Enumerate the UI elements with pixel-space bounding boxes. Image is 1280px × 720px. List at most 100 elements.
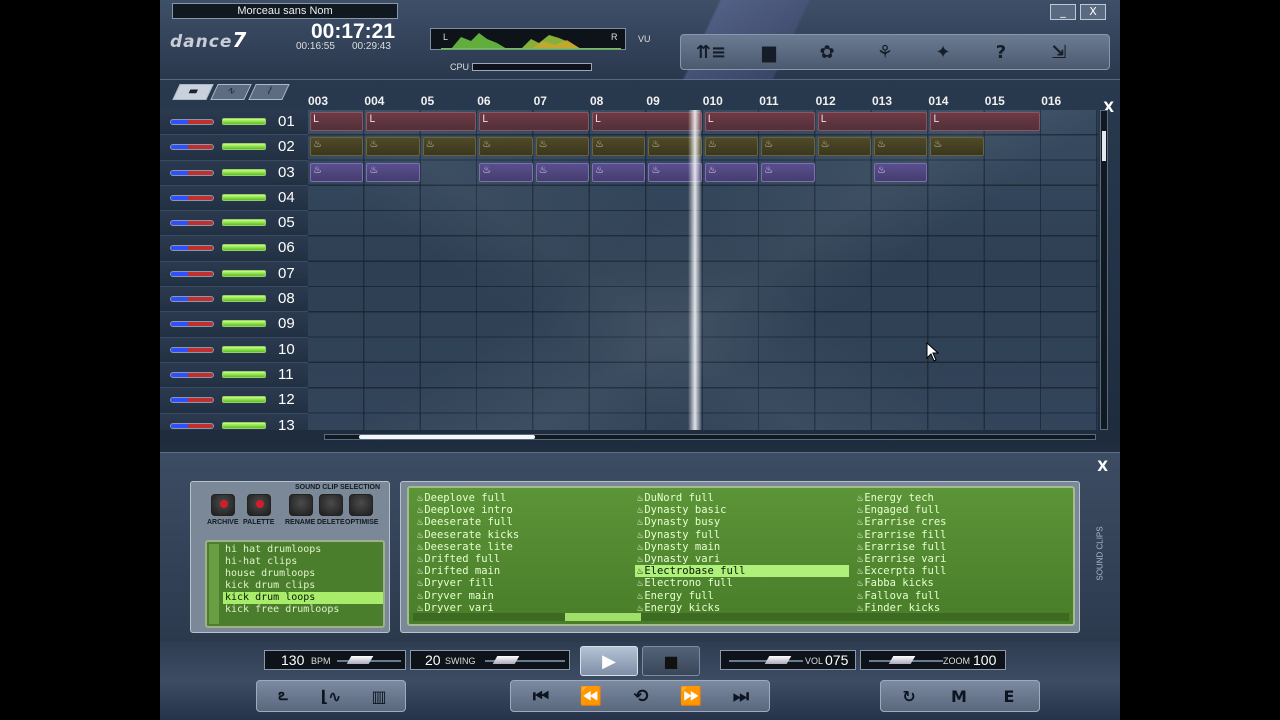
sequencer-horizontal-scrollbar[interactable] xyxy=(324,434,1096,440)
archive-button[interactable] xyxy=(211,494,235,516)
tab-envelope-view[interactable]: ⌇ xyxy=(248,84,290,100)
track-pan-slider[interactable] xyxy=(170,194,214,201)
track-volume-slider[interactable] xyxy=(222,143,266,151)
pattern-clip[interactable]: ᒪ xyxy=(704,112,815,131)
track-header[interactable]: 13 xyxy=(160,413,308,430)
skip-forward-button[interactable]: ⏭ xyxy=(719,683,763,709)
pattern-clip[interactable]: ♨ xyxy=(817,137,871,157)
playhead-cursor[interactable] xyxy=(688,110,702,430)
sound-clip-item[interactable]: ♨Dynasty full xyxy=(635,529,849,541)
bpm-slider[interactable]: 130 BPM xyxy=(264,650,406,670)
clips-horizontal-scrollbar[interactable] xyxy=(413,613,1069,621)
pattern-clip[interactable]: ♨ xyxy=(535,162,589,182)
bar-number[interactable]: 09 xyxy=(646,94,686,108)
tab-curve-view[interactable]: ∿ xyxy=(210,84,252,100)
track-pan-slider[interactable] xyxy=(170,321,214,328)
track-pan-slider[interactable] xyxy=(170,119,214,125)
track-volume-slider[interactable] xyxy=(222,370,266,378)
pattern-clip[interactable]: ♨ xyxy=(761,162,815,182)
bar-number[interactable]: 06 xyxy=(477,94,517,108)
bar-number[interactable]: 013 xyxy=(872,94,912,108)
sound-clip-item[interactable]: ♨Dynasty basic xyxy=(635,504,849,516)
track-volume-slider[interactable] xyxy=(222,118,266,125)
pattern-clip[interactable]: ♨ xyxy=(930,137,984,157)
sound-clip-item[interactable]: ♨Dynasty busy xyxy=(635,516,849,528)
wave-icon[interactable]: ఽ xyxy=(261,683,305,709)
pattern-clip[interactable]: ♨ xyxy=(366,137,420,157)
play-button[interactable]: ▶ xyxy=(580,646,638,676)
track-volume-slider[interactable] xyxy=(222,193,266,201)
category-item[interactable]: hi-hat clips xyxy=(223,556,383,568)
rewind-button[interactable]: ⏪ xyxy=(569,683,613,709)
sound-clip-item[interactable]: ♨Deeplove full xyxy=(415,492,629,504)
track-pan-slider[interactable] xyxy=(170,270,214,277)
pattern-clip[interactable]: ♨ xyxy=(704,162,759,182)
bar-number[interactable]: 015 xyxy=(985,94,1025,108)
track-pan-slider[interactable] xyxy=(170,346,214,353)
pattern-clip[interactable]: ᒪ xyxy=(930,112,1041,131)
pattern-clip[interactable]: ♨ xyxy=(310,137,364,157)
sound-clip-item[interactable]: ♨Fabba kicks xyxy=(855,577,1069,589)
track-header[interactable]: 08 xyxy=(160,287,308,313)
minimize-button[interactable]: _ xyxy=(1050,4,1076,20)
track-header[interactable]: 03 xyxy=(160,160,308,186)
mixdown-icon[interactable]: M xyxy=(937,683,981,709)
track-pan-slider[interactable] xyxy=(170,371,214,378)
effects-icon[interactable]: ✿ xyxy=(803,37,851,67)
track-pan-slider[interactable] xyxy=(170,245,214,252)
sound-clip-item[interactable]: ♨Dryver main xyxy=(415,590,629,602)
track-header[interactable]: 02 xyxy=(160,135,308,161)
loop-button[interactable]: ⟲ xyxy=(619,683,663,709)
category-item[interactable]: hi hat drumloops xyxy=(223,544,383,556)
track-header[interactable]: 09 xyxy=(160,312,308,338)
volume-slider[interactable]: VOL 075 xyxy=(720,650,856,670)
pattern-clip[interactable]: ♨ xyxy=(535,137,589,157)
track-header[interactable]: 11 xyxy=(160,362,308,389)
track-pan-slider[interactable] xyxy=(170,397,214,404)
category-item[interactable]: kick drum loops xyxy=(223,592,383,604)
bar-number[interactable]: 016 xyxy=(1041,94,1081,108)
track-header[interactable]: 10 xyxy=(160,337,308,363)
pattern-clip[interactable]: ♨ xyxy=(874,137,928,157)
track-pan-slider[interactable] xyxy=(170,144,214,151)
category-item[interactable]: kick drum clips xyxy=(223,580,383,592)
bar-number[interactable]: 011 xyxy=(759,94,799,108)
pattern-clip[interactable]: ♨ xyxy=(704,137,759,157)
pattern-clip[interactable]: ♨ xyxy=(874,162,928,182)
sound-clip-item[interactable]: ♨Drifted main xyxy=(415,565,629,577)
help-icon[interactable]: ? xyxy=(977,37,1025,67)
sound-clip-item[interactable]: ♨Energy full xyxy=(635,590,849,602)
sound-clip-item[interactable]: ♨Dryver fill xyxy=(415,577,629,589)
pattern-clip[interactable]: ♨ xyxy=(479,162,533,182)
bar-number[interactable]: 05 xyxy=(421,94,461,108)
bar-number[interactable]: 07 xyxy=(534,94,574,108)
swing-slider[interactable]: 20 SWING xyxy=(410,650,570,670)
volume-slider-knob[interactable] xyxy=(764,656,792,664)
track-volume-slider[interactable] xyxy=(222,345,266,353)
sound-clip-item[interactable]: ♨Excerpta full xyxy=(855,565,1069,577)
sequencer-grid[interactable]: ᒪ ᒪ ᒪ ᒪ ᒪ ᒪ ᒪ ♨ ♨ ♨ ♨ ♨ ♨ ♨ ♨ ♨ ♨ ♨ ♨ ♨ ♨ ♨ ♨ ♨ ♨ ♨ ♨ ♨ xyxy=(308,110,1098,430)
pattern-clip[interactable]: ♨ xyxy=(592,162,646,182)
pattern-clip[interactable]: ♨ xyxy=(592,137,646,157)
pattern-clip[interactable]: ♨ xyxy=(479,137,533,157)
samples-icon[interactable]: ⚘ xyxy=(861,37,909,67)
palette-button[interactable] xyxy=(247,494,271,516)
stop-button[interactable]: ■ xyxy=(642,646,700,676)
category-item[interactable]: kick free drumloops xyxy=(223,604,383,616)
track-volume-slider[interactable] xyxy=(222,421,266,429)
track-volume-slider[interactable] xyxy=(222,244,266,252)
bar-number[interactable]: 014 xyxy=(928,94,968,108)
song-title[interactable]: Morceau sans Nom xyxy=(172,3,398,19)
loop-icon[interactable]: ↻ xyxy=(887,683,931,709)
sound-clip-item[interactable]: ♨Energy tech xyxy=(855,492,1069,504)
scroll-thumb[interactable] xyxy=(359,435,535,439)
bar-number[interactable]: 012 xyxy=(816,94,856,108)
sound-clip-item[interactable]: ♨Erarrise fill xyxy=(855,529,1069,541)
mixer-icon[interactable]: ⇈≡ xyxy=(687,37,735,67)
curve-icon[interactable]: ⌊∿ xyxy=(309,683,353,709)
close-browser-icon[interactable]: X xyxy=(1097,459,1108,475)
sound-clip-item[interactable]: ♨Fallova full xyxy=(855,590,1069,602)
pattern-clip[interactable]: ♨ xyxy=(761,137,815,157)
pattern-clip[interactable]: ᒪ xyxy=(366,112,477,131)
close-window-button[interactable]: X xyxy=(1080,4,1106,20)
